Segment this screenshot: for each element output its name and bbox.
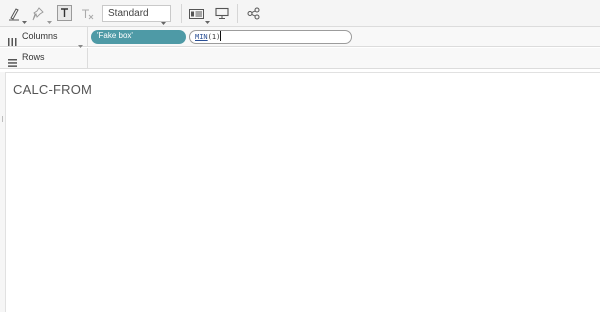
text-label-icon[interactable] [57,5,72,21]
text-cursor [220,31,222,41]
fit-select[interactable]: Standard [102,5,171,25]
function-argument: (1) [207,33,221,41]
highlighter-icon[interactable] [7,5,21,22]
function-name: MIN [195,33,208,41]
columns-shelf[interactable]: Columns 'Fake box' MIN(1) [0,27,600,48]
rows-label: Rows [22,52,45,62]
resize-handle[interactable] [2,116,3,122]
share-icon[interactable] [245,5,261,22]
pin-icon[interactable] [31,5,45,22]
calculation-editor-pill[interactable]: MIN(1) [189,30,352,44]
show-cards-icon[interactable] [188,5,204,22]
view-canvas[interactable]: CALC-FROM [5,72,600,312]
rows-icon [8,54,17,72]
fit-select-value: Standard [108,8,149,19]
columns-shelf-label: Columns [0,27,88,48]
toolbar: Standard [0,0,600,27]
presentation-icon[interactable] [214,5,230,22]
tableau-worksheet: Standard Columns 'Fake box' MIN(1) Rows … [0,0,600,312]
toolbar-divider [181,4,182,23]
columns-label: Columns [22,31,58,41]
rows-shelf[interactable]: Rows [0,48,600,69]
rows-shelf-label: Rows [0,48,88,69]
clear-format-icon[interactable] [79,5,95,22]
field-pill[interactable]: 'Fake box' [91,30,186,44]
canvas-text: CALC-FROM [13,82,93,97]
toolbar-divider [237,4,238,23]
